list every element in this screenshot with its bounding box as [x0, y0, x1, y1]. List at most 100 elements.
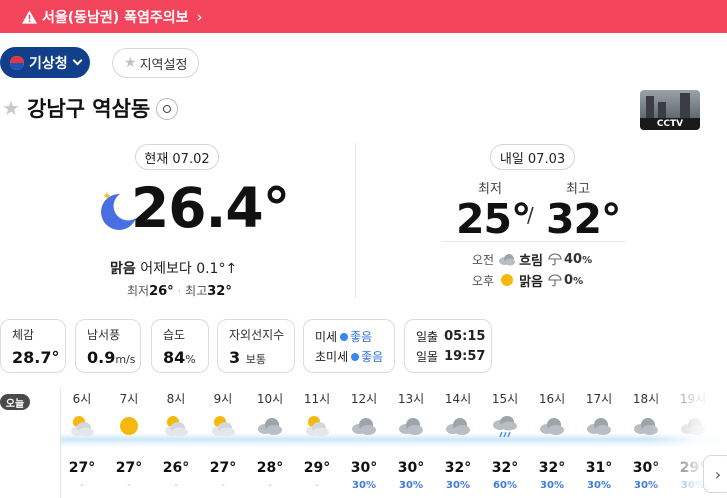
humidity-value-line: 84%	[163, 348, 208, 367]
hour-temp: 28°	[256, 460, 284, 476]
current-location-button[interactable]	[156, 98, 178, 120]
sunrise-label: 일출	[416, 330, 439, 344]
section-divider	[355, 143, 356, 298]
partly-cloudy-icon	[71, 416, 94, 437]
hour-rain-chance: 60%	[493, 480, 517, 491]
hour-label: 11시	[303, 392, 331, 406]
yesterday-compare: 어제보다 0.1°↑	[140, 261, 238, 277]
am-condition: 흐림	[519, 253, 544, 269]
sunrise-time: 05:15	[444, 329, 486, 344]
location-name: 강남구 역삼동	[27, 97, 151, 121]
wind-card[interactable]: 남서풍 0.9m/s	[75, 319, 141, 373]
hourly-item: 14시 32° 30%	[435, 390, 481, 492]
pm-label: 오후	[472, 273, 495, 288]
uv-value: 3	[229, 348, 241, 367]
uv-title: 자외선지수	[229, 328, 285, 342]
hour-rain-chance: 30%	[587, 480, 611, 491]
sun-icon	[501, 274, 514, 286]
uv-index-card[interactable]: 자외선지수 3 보통	[217, 319, 295, 373]
hour-label: 15시	[491, 392, 519, 406]
hour-temp: 30°	[350, 460, 378, 476]
hour-label: 14시	[444, 392, 472, 406]
hour-temp: 32°	[538, 460, 566, 476]
favorite-star-icon[interactable]: ★	[2, 96, 20, 120]
pm10-row: 미세 좋음	[315, 329, 394, 345]
pm10-value: 좋음	[350, 330, 373, 344]
hourly-item: 6시 27° -	[59, 390, 105, 492]
hour-label: 9시	[213, 392, 233, 406]
tomorrow-min-temp: 25°	[456, 195, 532, 243]
sunrise-sunset-card[interactable]: 일출 05:15 일몰 19:57	[404, 319, 492, 373]
chevron-right-icon: ›	[714, 464, 722, 484]
humidity-value: 84	[163, 348, 186, 367]
hourly-next-button[interactable]: ›	[703, 455, 727, 493]
region-settings-button[interactable]: ★ 지역설정	[112, 48, 199, 78]
current-date-pill: 현재 07.02	[135, 144, 219, 170]
air-quality-card[interactable]: 미세 좋음 초미세 좋음	[303, 319, 395, 373]
feels-like-card[interactable]: 체감 28.7°	[0, 319, 66, 373]
hourly-item: 12시 30° 30%	[341, 390, 387, 492]
hour-temp: 30°	[397, 460, 425, 476]
umbrella-icon	[548, 252, 562, 265]
tomorrow-am-row: 오전 흐림 40%	[472, 251, 592, 269]
am-rain-chance: 40%	[564, 252, 592, 267]
tomorrow-slash: /	[527, 203, 534, 227]
current-temperature: 26.4°	[131, 176, 290, 240]
umbrella-icon	[548, 273, 562, 286]
hour-rain-chance: -	[80, 480, 84, 491]
hourly-item: 17시 31° 30%	[576, 390, 622, 492]
wind-value-line: 0.9m/s	[87, 348, 140, 367]
hourly-item: 7시 27° -	[106, 390, 152, 492]
hour-label: 12시	[350, 392, 378, 406]
sun-icon	[120, 417, 138, 435]
cctv-building	[680, 93, 690, 118]
cloudy-icon	[258, 418, 282, 435]
sunset-row: 일몰 19:57	[416, 349, 491, 365]
hour-label: 17시	[585, 392, 613, 406]
rain-icon	[493, 416, 517, 438]
region-settings-label: 지역설정	[139, 57, 188, 73]
pm25-label: 초미세	[315, 350, 349, 364]
chevron-right-icon: ›	[196, 7, 203, 26]
hour-temp: 27°	[68, 460, 96, 476]
alert-text: 서울(동남권) 폭염주의보	[42, 9, 189, 26]
tomorrow-date-pill: 내일 07.03	[490, 144, 575, 170]
cloudy-icon	[352, 418, 376, 435]
partly-cloudy-icon	[165, 416, 188, 437]
hour-rain-chance: -	[268, 480, 272, 491]
hour-temp: 29°	[303, 460, 331, 476]
am-rain-unit: %	[582, 254, 593, 266]
hour-rain-chance: -	[315, 480, 319, 491]
pm-rain-unit: %	[573, 275, 584, 287]
pm10-label: 미세	[315, 330, 338, 344]
hour-rain-chance: 30%	[352, 480, 376, 491]
hour-temp: 31°	[585, 460, 613, 476]
sunrise-row: 일출 05:15	[416, 329, 491, 345]
star-icon: ★	[124, 55, 137, 71]
tomorrow-max-temp: 32°	[546, 195, 622, 243]
hour-label: 6시	[72, 392, 92, 406]
humidity-card[interactable]: 습도 84%	[151, 319, 209, 373]
hour-label: 16시	[538, 392, 566, 406]
pm25-row: 초미세 좋음	[315, 349, 394, 365]
max-temp: 32°	[207, 284, 232, 299]
am-rain-value: 40	[564, 251, 583, 267]
cctv-thumbnail[interactable]: CCTV	[640, 90, 700, 130]
hour-label: 10시	[256, 392, 284, 406]
hourly-item: 9시 27° -	[200, 390, 246, 492]
heat-advisory-alert[interactable]: 서울(동남권) 폭염주의보 ›	[0, 0, 727, 33]
today-badge: 오늘	[0, 394, 30, 410]
hour-temp: 27°	[209, 460, 237, 476]
sunset-time: 19:57	[444, 349, 486, 364]
cloudy-icon	[587, 418, 611, 435]
partly-cloudy-icon	[212, 416, 235, 437]
hour-label: 13시	[397, 392, 425, 406]
tomorrow-pm-row: 오후 맑음 0%	[472, 272, 584, 290]
wind-unit: m/s	[115, 353, 136, 366]
agency-select-button[interactable]: 기상청	[0, 47, 90, 78]
min-temp: 26°	[149, 284, 174, 299]
hour-rain-chance: 30%	[446, 480, 470, 491]
hourly-item: 8시 26° -	[153, 390, 199, 492]
wind-title: 남서풍	[87, 328, 121, 342]
cloudy-icon	[399, 418, 423, 435]
